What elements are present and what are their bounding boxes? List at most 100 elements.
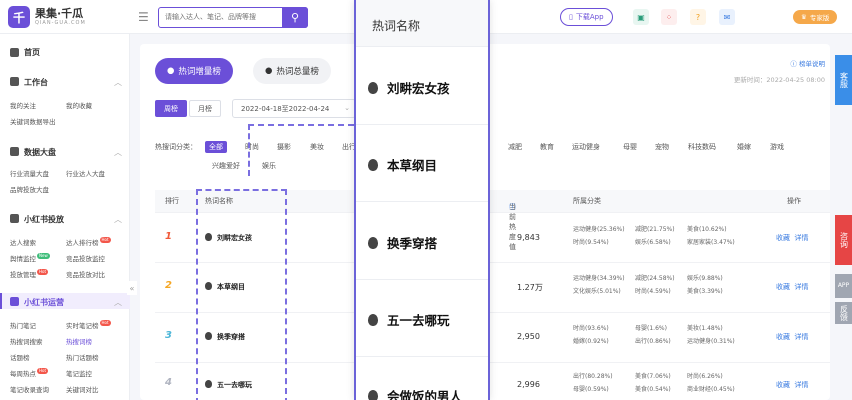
category-share: 娱乐(6.58%) xyxy=(635,239,671,246)
category-breakdown: 运动健身(25.36%) 减肥(21.75%) 美食(10.62%) 时尚(9.54… xyxy=(573,223,739,249)
vip-button[interactable]: ♛ 专家版 xyxy=(793,10,838,24)
sidebar-item-weekly-hot[interactable]: 每周热点 Hot xyxy=(10,368,49,378)
feedback-button[interactable]: 反馈 xyxy=(835,302,852,324)
category-entertainment[interactable]: 娱乐 xyxy=(262,161,276,171)
sidebar-item-brand-placement[interactable]: 品牌投放大盘 xyxy=(10,184,49,194)
favorite-link[interactable]: 收藏 xyxy=(776,333,790,341)
sidebar-item-industry-traffic[interactable]: 行业流量大盘 xyxy=(10,168,49,178)
heat-value: 1.27万 xyxy=(517,283,543,292)
phone-icon: ▯ xyxy=(569,13,573,21)
sidebar-item-kol-search[interactable]: 达人搜索 xyxy=(10,237,36,247)
sidebar-item-keyword-compare[interactable]: 关键词对比 xyxy=(66,384,99,394)
message-icon[interactable]: ✉ xyxy=(719,9,735,25)
category-wedding[interactable]: 婚嫁 xyxy=(737,142,751,152)
flame-icon xyxy=(368,314,378,326)
collapse-sidebar-icon[interactable]: « xyxy=(127,281,137,295)
row-actions: 收藏 详情 xyxy=(776,332,808,342)
store-icon[interactable]: ▣ xyxy=(633,9,649,25)
detail-link[interactable]: 详情 xyxy=(794,283,808,291)
tab-total-ranking[interactable]: ● 热词总量榜 xyxy=(253,58,331,84)
sidebar-section-workbench[interactable]: 工作台 ︿ xyxy=(10,77,122,88)
ranking-info-link[interactable]: ⓘ 榜单说明 xyxy=(790,58,825,68)
category-share: 出行(0.86%) xyxy=(635,338,671,345)
row-actions: 收藏 详情 xyxy=(776,380,808,390)
sidebar-item-competitor-compare[interactable]: 竞品投放对比 xyxy=(66,269,105,279)
apps-icon[interactable]: ⁘ xyxy=(661,9,677,25)
sidebar-item-keyword-export[interactable]: 关键词数据导出 xyxy=(10,116,56,126)
keyword-column-highlight xyxy=(196,189,287,400)
category-beauty[interactable]: 美妆 xyxy=(310,142,324,152)
sidebar-section-xhs-placement[interactable]: 小红书投放 ︿ xyxy=(10,214,122,225)
tab-label: 热词增量榜 xyxy=(178,67,221,77)
search-input[interactable] xyxy=(165,13,279,21)
detail-link[interactable]: 详情 xyxy=(794,333,808,341)
logo[interactable]: 千 果集·千瓜 QIAN-GUA.COM xyxy=(8,6,86,28)
category-hobbies[interactable]: 兴趣爱好 xyxy=(212,161,240,171)
overlay-keyword[interactable]: 本草纲目 xyxy=(368,155,437,174)
sidebar-item-note-index[interactable]: 笔记收录查询 xyxy=(10,384,49,394)
update-time: 更新时间：2022-04-25 08:00 xyxy=(733,76,825,84)
category-all[interactable]: 全部 xyxy=(205,141,227,153)
sidebar-item-hot-notes[interactable]: 热门笔记 xyxy=(10,320,36,330)
search-icon[interactable]: ⚲ xyxy=(282,7,308,28)
download-app-button[interactable]: ▯ 下载App xyxy=(560,8,613,26)
logo-mark: 千 xyxy=(8,6,30,28)
sidebar-item-sentiment[interactable]: 舆情监控 New xyxy=(10,253,50,263)
sidebar-item-home[interactable]: 首页 xyxy=(10,47,40,58)
sidebar-item-kol-ranking[interactable]: 达人排行榜 Hot xyxy=(66,237,111,247)
category-share: 出行(80.28%) xyxy=(573,373,613,380)
category-games[interactable]: 游戏 xyxy=(770,142,784,152)
sidebar-item-realtime-notes[interactable]: 实时笔记榜 Hot xyxy=(66,320,111,330)
rank-number: 1 xyxy=(165,231,172,242)
overlay-keyword[interactable]: 换季穿搭 xyxy=(368,233,437,252)
sidebar-item-my-follow[interactable]: 我的关注 xyxy=(10,100,36,110)
sidebar-item-competitor-monitor[interactable]: 竞品投放监控 xyxy=(66,253,105,263)
rank-number: 4 xyxy=(165,377,172,388)
menu-toggle-icon[interactable]: ☰ xyxy=(138,10,149,24)
category-share: 美食(0.54%) xyxy=(635,386,671,393)
sidebar-item-topic-ranking[interactable]: 话题榜 xyxy=(10,352,30,362)
chevron-up-icon: ︿ xyxy=(114,78,122,87)
category-share: 运动健身(34.39%) xyxy=(573,275,625,282)
help-icon[interactable]: ? xyxy=(690,9,706,25)
sidebar-item-my-favorites[interactable]: 我的收藏 xyxy=(66,100,92,110)
category-photography[interactable]: 摄影 xyxy=(277,142,291,152)
category-label: 热搜词分类： xyxy=(155,143,197,151)
favorite-link[interactable]: 收藏 xyxy=(776,381,790,389)
date-range-picker[interactable]: 2022-04-18至2022-04-24 ⌄ xyxy=(232,99,356,118)
sidebar-item-note-monitor[interactable]: 笔记监控 xyxy=(66,368,92,378)
heat-value: 2,996 xyxy=(517,380,540,389)
heat-value: 2,950 xyxy=(517,332,540,341)
period-weekly[interactable]: 周榜 xyxy=(155,100,187,117)
sidebar-item-industry-kol[interactable]: 行业达人大盘 xyxy=(66,168,105,178)
category-pets[interactable]: 宠物 xyxy=(655,142,669,152)
category-tech[interactable]: 科技数码 xyxy=(688,142,716,152)
sidebar-item-hot-topics[interactable]: 热门话题榜 xyxy=(66,352,99,362)
favorite-link[interactable]: 收藏 xyxy=(776,234,790,242)
favorite-link[interactable]: 收藏 xyxy=(776,283,790,291)
sidebar-section-dashboard[interactable]: 数据大盘 ︿ xyxy=(10,147,122,158)
category-diet[interactable]: 减肥 xyxy=(508,142,522,152)
category-education[interactable]: 教育 xyxy=(540,142,554,152)
app-button[interactable]: APP xyxy=(835,274,852,298)
customer-service-button[interactable]: 客服 xyxy=(835,55,852,105)
overlay-keyword[interactable]: 刘畊宏女孩 xyxy=(368,78,450,97)
sidebar-section-xhs-operation[interactable]: 小红书运营 ︿ xyxy=(10,297,122,308)
overlay-keyword-text: 五一去哪玩 xyxy=(387,313,450,328)
hot-badge: Hot xyxy=(37,269,49,275)
category-maternity[interactable]: 母婴 xyxy=(623,142,637,152)
sidebar-item-hot-search-ranking[interactable]: 热搜词榜 xyxy=(66,336,92,346)
category-fitness[interactable]: 运动健身 xyxy=(572,142,600,152)
category-share: 美食(10.62%) xyxy=(687,226,727,233)
category-breakdown: 时尚(93.6%) 母婴(1.6%) 美妆(1.48%) 婚嫁(0.92%) 出行(0… xyxy=(573,322,739,348)
period-monthly[interactable]: 月榜 xyxy=(189,100,221,117)
overlay-keyword[interactable]: 五一去哪玩 xyxy=(368,310,450,329)
tab-increment-ranking[interactable]: ● 热词增量榜 xyxy=(155,58,233,84)
info-icon[interactable]: ⓘ xyxy=(509,202,516,212)
consult-button[interactable]: 咨询 xyxy=(835,215,852,265)
sidebar-item-hot-search[interactable]: 热搜词搜索 xyxy=(10,336,43,346)
overlay-keyword[interactable]: 会做饭的男人 xyxy=(368,386,462,400)
detail-link[interactable]: 详情 xyxy=(794,234,808,242)
detail-link[interactable]: 详情 xyxy=(794,381,808,389)
sidebar-item-placement-manage[interactable]: 投放管理 Hot xyxy=(10,269,49,279)
